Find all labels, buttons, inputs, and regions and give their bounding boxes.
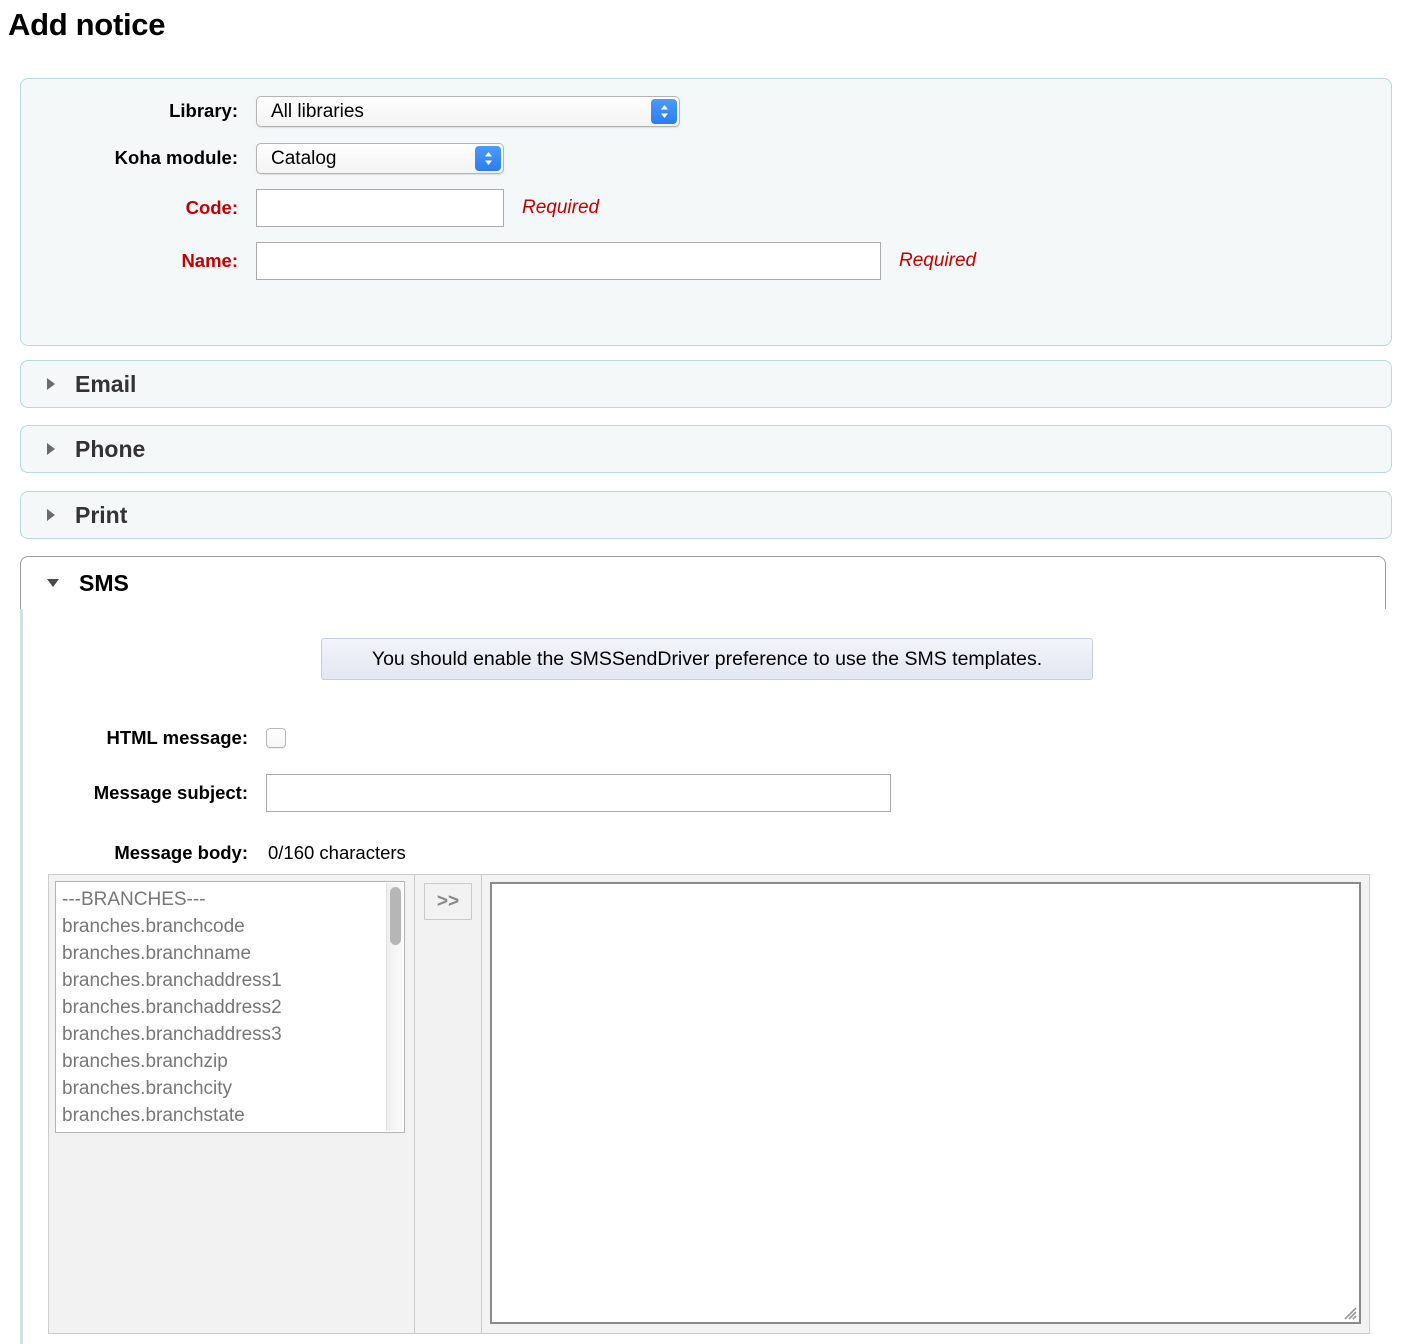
code-label: Code: — [185, 197, 238, 218]
library-select-value: All libraries — [271, 100, 364, 122]
list-item[interactable]: branches.branchaddress1 — [62, 967, 404, 994]
name-label: Name: — [181, 250, 238, 271]
chevron-updown-icon — [651, 98, 677, 124]
accordion-label-print: Print — [75, 501, 128, 528]
form-row-message-subject: Message subject: — [48, 774, 891, 812]
list-item[interactable]: branches.branchzip — [62, 1048, 404, 1075]
form-row-code: Code: Required — [21, 189, 1391, 227]
message-body-cell — [482, 875, 1369, 1333]
field-list-scrollbar[interactable] — [386, 883, 403, 1131]
list-item[interactable]: branches.branchcity — [62, 1075, 404, 1102]
accordion-section-sms[interactable]: SMS — [20, 556, 1386, 610]
message-body-label: Message body: — [114, 842, 248, 863]
accordion-label-email: Email — [75, 370, 137, 397]
accordion-section-print[interactable]: Print — [20, 491, 1392, 539]
koha-module-select-value: Catalog — [271, 147, 337, 169]
field-list-select[interactable]: ---BRANCHES--- branches.branchcode branc… — [55, 881, 405, 1133]
field-picker-cell: ---BRANCHES--- branches.branchcode branc… — [49, 875, 415, 1333]
name-required-note: Required — [899, 250, 977, 271]
code-input[interactable] — [256, 189, 504, 227]
resize-handle-icon[interactable] — [1342, 1305, 1357, 1320]
message-subject-label: Message subject: — [93, 782, 248, 803]
sms-driver-alert: You should enable the SMSSendDriver pref… — [321, 638, 1093, 680]
library-select[interactable]: All libraries — [256, 95, 680, 127]
accordion-section-phone[interactable]: Phone — [20, 425, 1392, 473]
code-required-note: Required — [522, 197, 600, 218]
character-counter: 0/160 characters — [268, 842, 406, 863]
html-message-checkbox[interactable] — [266, 728, 286, 748]
html-message-label: HTML message: — [106, 727, 248, 748]
triangle-down-icon — [47, 579, 59, 587]
scrollbar-thumb[interactable] — [390, 887, 401, 945]
chevron-updown-icon — [475, 145, 501, 171]
sms-section-body: You should enable the SMSSendDriver pref… — [20, 609, 1392, 1344]
message-subject-input[interactable] — [266, 774, 891, 812]
insert-field-button[interactable]: >> — [424, 883, 472, 920]
accordion-label-phone: Phone — [75, 435, 146, 462]
notice-details-panel: Library: All libraries Koha module: Cata… — [20, 78, 1392, 346]
list-item[interactable]: branches.branchname — [62, 940, 404, 967]
page-title: Add notice — [8, 7, 166, 42]
message-body-textarea[interactable] — [490, 882, 1361, 1324]
list-item[interactable]: ---BRANCHES--- — [62, 886, 404, 913]
insert-field-cell: >> — [415, 875, 482, 1333]
list-item[interactable]: branches.branchstate — [62, 1102, 404, 1129]
form-row-library: Library: All libraries — [21, 95, 1391, 127]
library-label: Library: — [169, 100, 238, 121]
list-item[interactable]: branches.branchaddress3 — [62, 1021, 404, 1048]
message-body-editor: ---BRANCHES--- branches.branchcode branc… — [48, 874, 1370, 1334]
koha-module-select[interactable]: Catalog — [256, 142, 504, 174]
triangle-right-icon — [47, 443, 55, 455]
list-item[interactable]: branches.branchaddress2 — [62, 994, 404, 1021]
form-row-message-body-header: Message body: 0/160 characters — [48, 842, 406, 864]
koha-module-label: Koha module: — [114, 147, 238, 168]
form-row-koha-module: Koha module: Catalog — [21, 142, 1391, 174]
list-item[interactable]: branches.branchcode — [62, 913, 404, 940]
name-input[interactable] — [256, 242, 881, 280]
triangle-right-icon — [47, 509, 55, 521]
form-row-html-message: HTML message: — [48, 727, 286, 749]
accordion-section-email[interactable]: Email — [20, 360, 1392, 408]
form-row-name: Name: Required — [21, 242, 1391, 280]
accordion-label-sms: SMS — [79, 569, 129, 596]
triangle-right-icon — [47, 378, 55, 390]
